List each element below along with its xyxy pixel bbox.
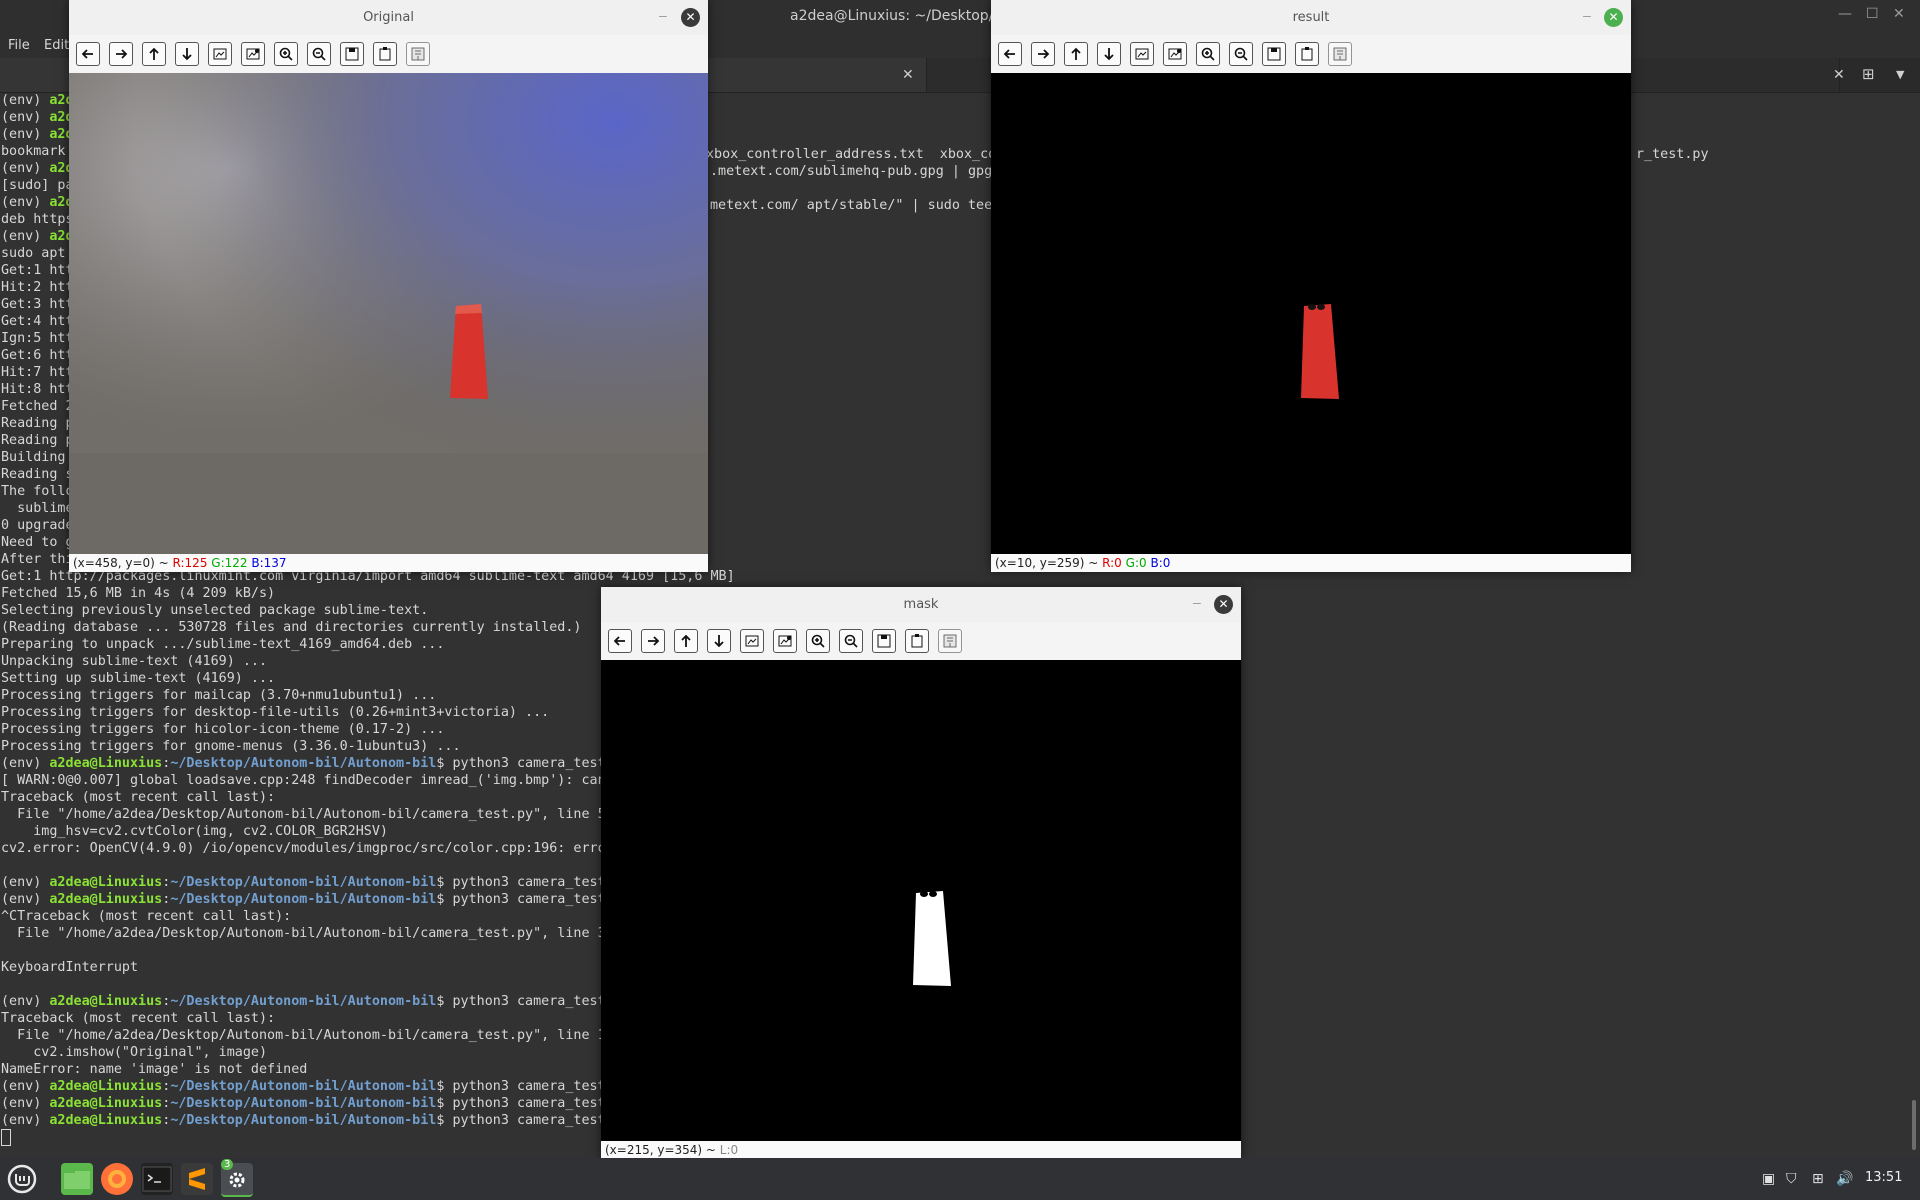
pan-up-icon[interactable]: [142, 42, 166, 66]
result-window[interactable]: result – ✕ (x=10, y=259) ~ R:0 G:0 B:0: [991, 0, 1631, 572]
mask-status-bar: (x=215, y=354) ~ L:0: [601, 1141, 1241, 1159]
minimize-icon[interactable]: –: [1583, 0, 1591, 35]
zoom-original-icon[interactable]: [208, 42, 232, 66]
result-image[interactable]: [991, 73, 1631, 554]
zoom-fit-icon[interactable]: [1163, 42, 1187, 66]
save-icon[interactable]: [340, 42, 364, 66]
pan-down-icon[interactable]: [707, 629, 731, 653]
pan-down-icon[interactable]: [1097, 42, 1121, 66]
properties-icon[interactable]: [938, 629, 962, 653]
settings-app-icon[interactable]: 3: [221, 1159, 253, 1197]
maximize-icon[interactable]: ☐: [1866, 6, 1879, 22]
menu-file[interactable]: File: [8, 38, 30, 53]
pan-down-icon[interactable]: [175, 42, 199, 66]
zoom-in-icon[interactable]: [274, 42, 298, 66]
file-manager-icon[interactable]: [61, 1163, 93, 1195]
shield-tray-icon[interactable]: ⛉: [1786, 1171, 1797, 1187]
close-icon[interactable]: ✕: [1214, 595, 1233, 614]
result-status-bar: (x=10, y=259) ~ R:0 G:0 B:0: [991, 554, 1631, 572]
original-window[interactable]: Original – ✕ (x=458, y=0) ~ R:125 G:122 …: [69, 0, 708, 572]
pan-right-icon[interactable]: [1031, 42, 1055, 66]
save-icon[interactable]: [1262, 42, 1286, 66]
zoom-fit-icon[interactable]: [773, 629, 797, 653]
save-icon[interactable]: [872, 629, 896, 653]
volume-tray-icon[interactable]: 🔊: [1836, 1171, 1853, 1187]
properties-icon[interactable]: [1328, 42, 1352, 66]
clock[interactable]: 13:51: [1865, 1170, 1902, 1185]
tab-close-icon[interactable]: ✕: [1833, 67, 1845, 83]
menu-edit[interactable]: Edit: [44, 38, 69, 53]
pan-up-icon[interactable]: [674, 629, 698, 653]
terminal-scrollbar[interactable]: [1912, 1100, 1916, 1150]
original-window-title[interactable]: Original: [69, 0, 708, 35]
result-window-title[interactable]: result: [991, 0, 1631, 35]
copy-clipboard-icon[interactable]: [373, 42, 397, 66]
original-toolbar: [69, 35, 708, 73]
minimize-icon[interactable]: —: [1838, 6, 1852, 22]
network-tray-icon[interactable]: ⊞: [1812, 1171, 1824, 1187]
original-image[interactable]: [69, 73, 708, 554]
copy-clipboard-icon[interactable]: [1295, 42, 1319, 66]
copy-clipboard-icon[interactable]: [905, 629, 929, 653]
pan-left-icon[interactable]: [76, 42, 100, 66]
terminal-icon[interactable]: [141, 1163, 173, 1195]
zoom-original-icon[interactable]: [740, 629, 764, 653]
pan-right-icon[interactable]: [641, 629, 665, 653]
zoom-in-icon[interactable]: [1196, 42, 1220, 66]
zoom-in-icon[interactable]: [806, 629, 830, 653]
zoom-out-icon[interactable]: [839, 629, 863, 653]
zoom-out-icon[interactable]: [1229, 42, 1253, 66]
pan-left-icon[interactable]: [998, 42, 1022, 66]
mask-window-title[interactable]: mask: [601, 587, 1241, 622]
mask-window[interactable]: mask – ✕ (x=215, y=354) ~ L:0: [601, 587, 1241, 1159]
tabs-menu-icon[interactable]: ▼: [1896, 68, 1904, 81]
zoom-out-icon[interactable]: [307, 42, 331, 66]
clipboard-tray-icon[interactable]: ▣: [1762, 1171, 1775, 1187]
close-icon[interactable]: ✕: [1893, 6, 1905, 22]
zoom-original-icon[interactable]: [1130, 42, 1154, 66]
new-tab-icon[interactable]: ⊞: [1862, 65, 1875, 83]
pan-left-icon[interactable]: [608, 629, 632, 653]
terminal-cursor: [1, 1129, 11, 1146]
sublime-text-icon[interactable]: [181, 1163, 213, 1195]
pan-right-icon[interactable]: [109, 42, 133, 66]
close-icon[interactable]: ✕: [1604, 8, 1623, 27]
tab-close-icon[interactable]: ✕: [902, 67, 914, 83]
taskbar: 3 ▣ ⛉ ⊞ 🔊 13:51: [0, 1158, 1920, 1200]
terminal-title: a2dea@Linuxius: ~/Desktop/Au: [790, 8, 1012, 24]
zoom-fit-icon[interactable]: [241, 42, 265, 66]
pan-up-icon[interactable]: [1064, 42, 1088, 66]
result-toolbar: [991, 35, 1631, 73]
properties-icon[interactable]: [406, 42, 430, 66]
close-icon[interactable]: ✕: [681, 8, 700, 27]
mint-menu-icon[interactable]: [6, 1163, 38, 1195]
mask-toolbar: [601, 622, 1241, 660]
mask-image[interactable]: [601, 660, 1241, 1141]
minimize-icon[interactable]: –: [1193, 587, 1201, 622]
original-status-bar: (x=458, y=0) ~ R:125 G:122 B:137: [69, 554, 708, 572]
minimize-icon[interactable]: –: [659, 0, 667, 35]
firefox-icon[interactable]: [101, 1163, 133, 1195]
